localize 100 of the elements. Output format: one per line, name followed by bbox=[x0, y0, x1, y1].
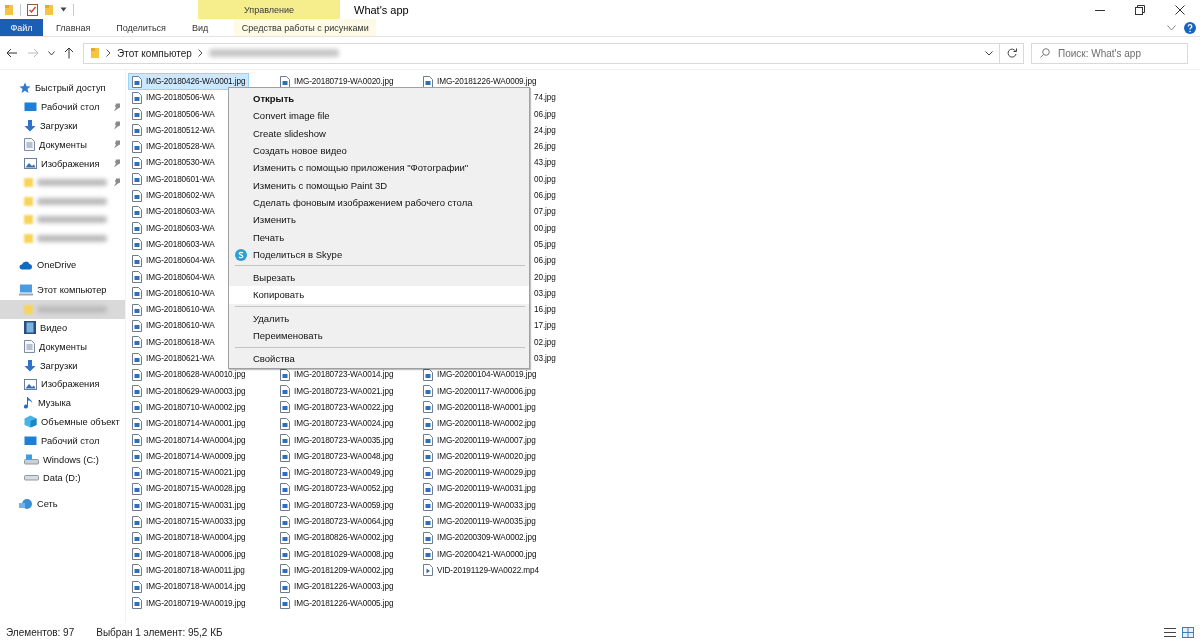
file-item[interactable]: IMG-20180718-WA0006.jpg bbox=[129, 546, 249, 562]
nav-item-label[interactable]: Windows (C:) bbox=[43, 454, 99, 465]
menu-item[interactable]: Create slideshow bbox=[229, 124, 529, 142]
file-item[interactable]: IMG-20180723-WA0024.jpg bbox=[277, 416, 397, 432]
refresh-button[interactable] bbox=[1000, 42, 1024, 64]
menu-item[interactable]: Копировать bbox=[229, 286, 529, 304]
chevron-down-icon[interactable] bbox=[1167, 24, 1176, 31]
file-item[interactable]: IMG-20180723-WA0052.jpg bbox=[277, 481, 397, 497]
file-item[interactable]: IMG-20180715-WA0021.jpg bbox=[129, 465, 249, 481]
file-item[interactable]: IMG-20180603-WA bbox=[129, 204, 218, 220]
file-item[interactable]: IMG-20200104-WA0019.jpg bbox=[420, 367, 540, 383]
file-item[interactable]: IMG-20180715-WA0031.jpg bbox=[129, 497, 249, 513]
menu-item[interactable]: Переименовать bbox=[229, 326, 529, 345]
file-item[interactable]: IMG-20180723-WA0035.jpg bbox=[277, 432, 397, 448]
file-item[interactable]: 24.jpg bbox=[531, 122, 559, 138]
file-item[interactable]: IMG-20180506-WA bbox=[129, 106, 218, 122]
nav-item-label[interactable]: Изображения bbox=[41, 158, 100, 169]
nav-item-label[interactable]: Загрузки bbox=[40, 121, 78, 131]
menu-item[interactable]: Вырезать bbox=[229, 268, 529, 287]
file-item[interactable]: IMG-20180603-WA bbox=[129, 236, 218, 252]
file-item[interactable]: IMG-20180512-WA bbox=[129, 122, 218, 138]
file-item[interactable]: 07.jpg bbox=[531, 204, 559, 220]
file-item[interactable]: 17.jpg bbox=[531, 318, 559, 334]
file-item[interactable]: IMG-20180714-WA0004.jpg bbox=[129, 432, 249, 448]
file-item[interactable]: IMG-20200118-WA0002.jpg bbox=[420, 416, 539, 432]
file-item[interactable]: IMG-20180718-WA0014.jpg bbox=[129, 579, 249, 595]
help-icon[interactable] bbox=[1184, 21, 1196, 34]
file-item[interactable]: IMG-20180610-WA bbox=[129, 285, 218, 301]
ribbon-tab[interactable]: Вид bbox=[178, 19, 222, 36]
file-item[interactable]: IMG-20180610-WA bbox=[129, 318, 218, 334]
file-item[interactable]: IMG-20180719-WA0020.jpg bbox=[277, 74, 397, 89]
file-item[interactable]: IMG-20180530-WA bbox=[129, 155, 218, 171]
file-item[interactable]: 06.jpg bbox=[531, 106, 559, 122]
file-item[interactable]: 03.jpg bbox=[531, 285, 559, 301]
file-item[interactable]: IMG-20181226-WA0009.jpg bbox=[420, 74, 540, 89]
address-bar[interactable]: Этот компьютер bbox=[83, 42, 1000, 64]
file-item[interactable]: IMG-20200119-WA0035.jpg bbox=[420, 514, 539, 529]
file-item[interactable]: IMG-20180718-WA0004.jpg bbox=[129, 530, 249, 546]
ribbon-tab[interactable]: Файл bbox=[0, 19, 43, 36]
file-item[interactable]: IMG-20180604-WA bbox=[129, 269, 218, 285]
file-item[interactable]: IMG-20180528-WA bbox=[129, 139, 218, 155]
nav-item[interactable]: OneDrive bbox=[0, 255, 125, 274]
nav-item-label[interactable]: Видео bbox=[40, 322, 68, 333]
file-item[interactable]: IMG-20200118-WA0001.jpg bbox=[420, 399, 539, 415]
file-item[interactable]: IMG-20180710-WA0002.jpg bbox=[129, 399, 249, 415]
file-item[interactable]: IMG-20200119-WA0007.jpg bbox=[420, 432, 539, 448]
file-item[interactable]: IMG-20180714-WA0009.jpg bbox=[129, 448, 249, 464]
forward-button[interactable] bbox=[27, 48, 39, 58]
menu-item[interactable]: Изменить с помощью приложения "Фотографии" bbox=[229, 159, 529, 177]
file-item[interactable]: IMG-20180603-WA bbox=[129, 220, 218, 236]
nav-item-label[interactable]: Объемные объект bbox=[41, 416, 120, 427]
ribbon-tab[interactable]: Средства работы с рисунками bbox=[234, 19, 377, 36]
file-item[interactable]: IMG-20180723-WA0059.jpg bbox=[277, 497, 397, 513]
file-item[interactable]: IMG-20180506-WA bbox=[129, 90, 218, 106]
file-item[interactable]: 03.jpg bbox=[531, 351, 559, 367]
menu-item[interactable]: Изменить с помощью Paint 3D bbox=[229, 176, 529, 194]
file-item[interactable]: VID-20191129-WA0022.mp4 bbox=[420, 562, 542, 578]
checklist-icon[interactable] bbox=[27, 3, 38, 16]
file-item[interactable]: IMG-20180715-WA0033.jpg bbox=[129, 514, 249, 529]
file-item[interactable]: IMG-20181226-WA0003.jpg bbox=[277, 579, 397, 595]
dropdown-caret-icon[interactable] bbox=[60, 7, 67, 12]
menu-item[interactable]: Сделать фоновым изображением рабочего стола bbox=[229, 193, 529, 212]
file-item[interactable]: IMG-20180718-WA0011.jpg bbox=[129, 562, 248, 578]
file-item[interactable]: IMG-20180628-WA0010.jpg bbox=[129, 367, 249, 383]
nav-item-label[interactable]: Рабочий стол bbox=[41, 435, 100, 446]
nav-item-label[interactable]: Документы bbox=[39, 341, 87, 352]
breadcrumb-segment[interactable]: Этот компьютер bbox=[117, 47, 192, 59]
file-item[interactable]: IMG-20200119-WA0029.jpg bbox=[420, 465, 539, 481]
file-item[interactable]: IMG-20200421-WA0000.jpg bbox=[420, 546, 540, 562]
file-item[interactable]: IMG-20180826-WA0002.jpg bbox=[277, 530, 397, 546]
file-item[interactable]: 06.jpg bbox=[531, 188, 559, 204]
file-item[interactable]: IMG-20180723-WA0049.jpg bbox=[277, 465, 397, 481]
menu-item[interactable]: Изменить bbox=[229, 211, 529, 229]
file-item[interactable]: IMG-20180723-WA0021.jpg bbox=[277, 383, 397, 399]
file-item[interactable]: 00.jpg bbox=[531, 220, 559, 236]
file-item[interactable]: IMG-20200117-WA0006.jpg bbox=[420, 383, 539, 399]
file-item[interactable]: 74.jpg bbox=[531, 90, 559, 106]
nav-item-label[interactable]: Музыка bbox=[38, 398, 71, 409]
file-item[interactable]: 20.jpg bbox=[531, 269, 559, 285]
details-view-icon[interactable] bbox=[1164, 626, 1176, 638]
nav-item[interactable] bbox=[0, 299, 125, 319]
file-item[interactable]: 26.jpg bbox=[531, 139, 559, 155]
menu-item[interactable]: Удалить bbox=[229, 309, 529, 327]
ribbon-tab[interactable]: Главная bbox=[43, 19, 104, 36]
nav-item[interactable]: Этот компьютер bbox=[0, 280, 125, 300]
file-item[interactable]: IMG-20200309-WA0002.jpg bbox=[420, 530, 540, 546]
up-button[interactable] bbox=[64, 47, 74, 59]
menu-item[interactable]: Открыть bbox=[229, 90, 529, 108]
file-item[interactable]: IMG-20200119-WA0033.jpg bbox=[420, 497, 539, 513]
file-item[interactable]: 00.jpg bbox=[531, 171, 559, 187]
file-item[interactable]: IMG-20181209-WA0002.jpg bbox=[277, 562, 397, 578]
menu-item[interactable]: Convert image file bbox=[229, 107, 529, 125]
file-item[interactable]: IMG-20180426-WA0001.jpg bbox=[129, 74, 249, 89]
file-item[interactable]: IMG-20181226-WA0005.jpg bbox=[277, 595, 397, 611]
nav-item[interactable]: Быстрый доступ bbox=[0, 79, 125, 98]
recent-locations-button[interactable] bbox=[48, 50, 55, 56]
file-item[interactable]: IMG-20200119-WA0031.jpg bbox=[420, 481, 539, 497]
menu-item[interactable]: Поделиться в Skype bbox=[229, 245, 529, 263]
ribbon-tab[interactable]: Поделиться bbox=[103, 19, 179, 36]
file-item[interactable]: IMG-20180629-WA0003.jpg bbox=[129, 383, 249, 399]
